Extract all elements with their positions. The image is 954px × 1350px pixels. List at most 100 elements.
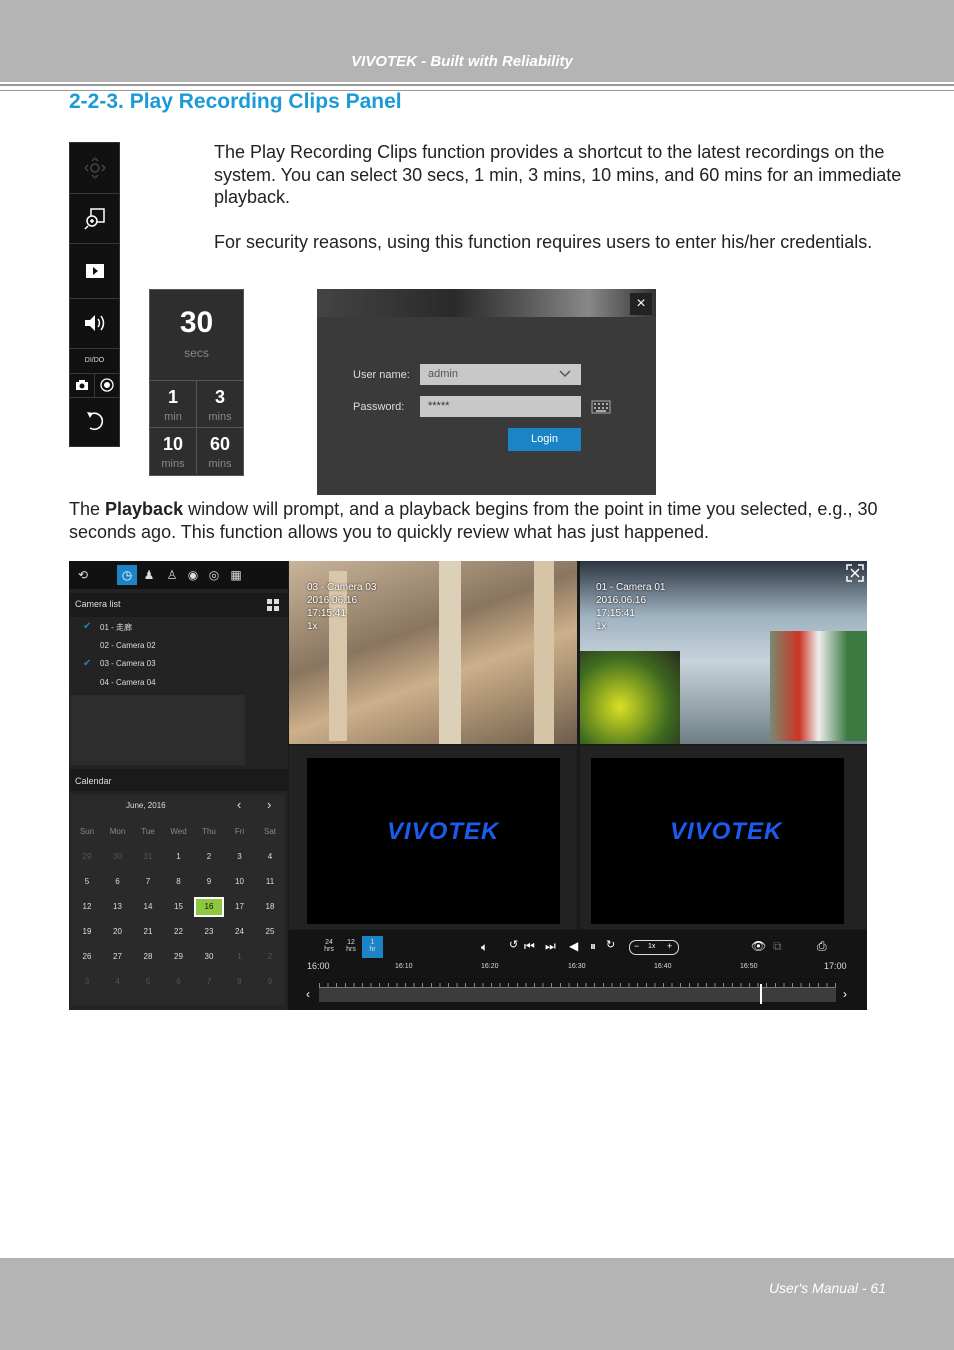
- calendar-day[interactable]: 28: [133, 952, 163, 961]
- calendar-day[interactable]: 19: [72, 927, 102, 936]
- calendar-day[interactable]: 7: [133, 877, 163, 886]
- calendar-day[interactable]: 5: [72, 877, 102, 886]
- calendar-day-selected[interactable]: 16: [194, 897, 224, 917]
- calendar-day[interactable]: 3: [72, 977, 102, 986]
- range-1-hr[interactable]: 1 hr: [362, 936, 383, 958]
- clip-60-mins[interactable]: 60 mins: [197, 428, 243, 474]
- timeline-ruler[interactable]: [319, 977, 836, 988]
- video-tile-empty-2[interactable]: VIVOTEK: [580, 746, 867, 929]
- calendar-day[interactable]: 15: [164, 902, 194, 911]
- calendar-day[interactable]: 4: [255, 852, 285, 861]
- calendar-day[interactable]: 30: [103, 852, 133, 861]
- slower-icon[interactable]: −: [634, 941, 639, 951]
- calendar-day[interactable]: 18: [255, 902, 285, 911]
- clip-30-secs[interactable]: 30 secs: [150, 290, 243, 381]
- calendar-day[interactable]: 1: [225, 952, 255, 961]
- range-24-hrs[interactable]: 24 hrs: [321, 939, 337, 953]
- camera-item[interactable]: 01 - 走廊: [100, 622, 132, 633]
- check-icon[interactable]: ✔: [83, 621, 91, 632]
- timeline-left-icon[interactable]: ‹: [306, 987, 310, 1001]
- dido-button[interactable]: DI/DO: [70, 348, 119, 374]
- camera-item[interactable]: 03 - Camera 03: [100, 659, 156, 668]
- snapshot-icon[interactable]: ⧉: [773, 939, 782, 954]
- bell-icon[interactable]: ♟: [139, 565, 159, 585]
- prev-month-button[interactable]: ‹: [237, 797, 241, 812]
- reset-button[interactable]: [70, 398, 119, 446]
- range-12-hrs[interactable]: 12 hrs: [343, 939, 359, 953]
- volume-icon[interactable]: 🔈︎: [481, 940, 488, 955]
- calendar-day[interactable]: 2: [194, 852, 224, 861]
- search-icon[interactable]: ◉: [183, 565, 203, 585]
- calendar-day[interactable]: 24: [225, 927, 255, 936]
- calendar-day[interactable]: 17: [225, 902, 255, 911]
- calendar-day[interactable]: 25: [255, 927, 285, 936]
- video-tile-empty-1[interactable]: VIVOTEK: [289, 746, 577, 929]
- faster-icon[interactable]: +: [667, 941, 672, 951]
- back-icon[interactable]: ⟲: [73, 565, 93, 585]
- password-field[interactable]: *****: [420, 396, 581, 417]
- calendar-day[interactable]: 11: [255, 877, 285, 886]
- export-icon[interactable]: ⎙: [817, 939, 827, 954]
- forward-icon[interactable]: ↻: [606, 938, 615, 951]
- camera-item[interactable]: 04 - Camera 04: [100, 678, 156, 687]
- calendar-day[interactable]: 14: [133, 902, 163, 911]
- calendar-day[interactable]: 10: [225, 877, 255, 886]
- username-field[interactable]: admin: [420, 364, 581, 385]
- eye-icon[interactable]: 👁︎: [751, 939, 766, 953]
- camera-item[interactable]: 02 - Camera 02: [100, 641, 156, 650]
- calendar-day[interactable]: 1: [164, 852, 194, 861]
- volume-button[interactable]: [70, 298, 119, 349]
- person-search-icon[interactable]: ♙: [162, 565, 182, 585]
- clip-10-mins[interactable]: 10 mins: [150, 428, 197, 474]
- calendar-day[interactable]: 9: [194, 877, 224, 886]
- clip-1-min[interactable]: 1 min: [150, 381, 197, 428]
- close-icon[interactable]: ×: [630, 293, 652, 315]
- calendar-day[interactable]: 5: [133, 977, 163, 986]
- calendar-day[interactable]: 26: [72, 952, 102, 961]
- ptz-control[interactable]: [70, 143, 119, 194]
- check-icon[interactable]: ✔: [83, 658, 91, 669]
- timeline-right-icon[interactable]: ›: [843, 987, 847, 1001]
- grid-icon[interactable]: ▦: [226, 565, 246, 585]
- login-button[interactable]: Login: [508, 428, 581, 451]
- calendar-day[interactable]: 13: [103, 902, 133, 911]
- speed-control[interactable]: − 1x +: [629, 940, 679, 955]
- calendar-day[interactable]: 30: [194, 952, 224, 961]
- layout-icon[interactable]: [267, 599, 279, 611]
- calendar-day[interactable]: 9: [255, 977, 285, 986]
- calendar-day[interactable]: 31: [133, 852, 163, 861]
- digital-zoom-button[interactable]: [70, 193, 119, 244]
- play-recording-button[interactable]: [70, 243, 119, 299]
- calendar-day[interactable]: 3: [225, 852, 255, 861]
- settings-icon[interactable]: ◎: [204, 565, 224, 585]
- fullscreen-icon[interactable]: [846, 564, 864, 582]
- calendar-day[interactable]: 21: [133, 927, 163, 936]
- calendar-day[interactable]: 29: [164, 952, 194, 961]
- calendar-day[interactable]: 29: [72, 852, 102, 861]
- calendar-day[interactable]: 6: [103, 877, 133, 886]
- next-month-button[interactable]: ›: [267, 797, 271, 812]
- calendar-day[interactable]: 7: [194, 977, 224, 986]
- calendar-day[interactable]: 2: [255, 952, 285, 961]
- calendar-day[interactable]: 12: [72, 902, 102, 911]
- skip-next-icon[interactable]: ⏭︎: [545, 939, 556, 954]
- replay-icon[interactable]: ↺: [509, 938, 518, 951]
- skip-previous-icon[interactable]: ⏮︎: [524, 939, 535, 954]
- timeline-track[interactable]: [319, 988, 836, 1002]
- calendar-day[interactable]: 8: [164, 877, 194, 886]
- calendar-day[interactable]: 23: [194, 927, 224, 936]
- calendar-day[interactable]: 27: [103, 952, 133, 961]
- clip-3-mins[interactable]: 3 mins: [197, 381, 243, 428]
- calendar-day[interactable]: 6: [164, 977, 194, 986]
- clock-icon[interactable]: ◷: [117, 565, 137, 585]
- reverse-play-icon[interactable]: ◀: [569, 939, 578, 953]
- pause-icon[interactable]: ⏸︎: [590, 939, 596, 954]
- calendar-day[interactable]: 20: [103, 927, 133, 936]
- record-button[interactable]: [95, 373, 119, 398]
- calendar-day[interactable]: 4: [103, 977, 133, 986]
- video-tile-camera-03[interactable]: 03 - Camera 03 2016.06.16 17:15:41 1x: [289, 561, 577, 744]
- calendar-day[interactable]: 8: [225, 977, 255, 986]
- timeline-cursor[interactable]: [760, 984, 762, 1004]
- keyboard-icon[interactable]: [591, 400, 611, 414]
- calendar-day[interactable]: 22: [164, 927, 194, 936]
